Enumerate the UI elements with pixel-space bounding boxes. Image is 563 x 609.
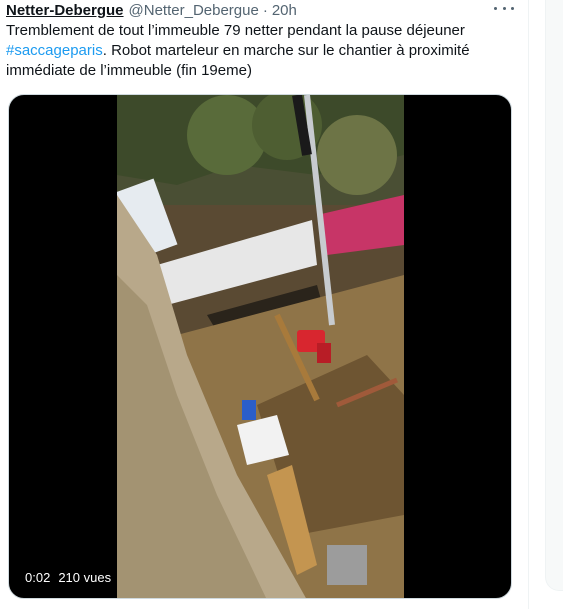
hashtag-link[interactable]: #saccageparis xyxy=(6,42,103,59)
video-frame[interactable] xyxy=(117,95,404,599)
tweet-text: Tremblement de tout l’immeuble 79 netter… xyxy=(6,21,516,81)
timestamp[interactable]: 20h xyxy=(272,2,297,19)
column-divider xyxy=(528,0,529,609)
more-dot xyxy=(502,6,506,10)
tweet: Netter-Debergue @Netter_Debergue · 20h T… xyxy=(0,0,528,609)
video-time-badge: 0:02 210 vues xyxy=(19,567,118,588)
more-options-icon[interactable] xyxy=(494,1,514,15)
video-current-time: 0:02 xyxy=(25,570,51,585)
separator-dot: · xyxy=(262,1,268,19)
tweet-header: Netter-Debergue @Netter_Debergue · 20h xyxy=(6,0,297,20)
video-view-count: 210 vues xyxy=(58,570,112,585)
tweet-text-part: Tremblement de tout l’immeuble 79 netter… xyxy=(6,22,465,39)
display-name[interactable]: Netter-Debergue xyxy=(6,2,124,19)
video-worker xyxy=(242,400,256,420)
user-handle[interactable]: @Netter_Debergue xyxy=(129,2,259,19)
more-dot xyxy=(494,6,497,10)
video-player[interactable]: 0:02 210 vues xyxy=(8,94,512,599)
more-dot xyxy=(511,6,514,10)
sidebar-card xyxy=(545,0,563,591)
